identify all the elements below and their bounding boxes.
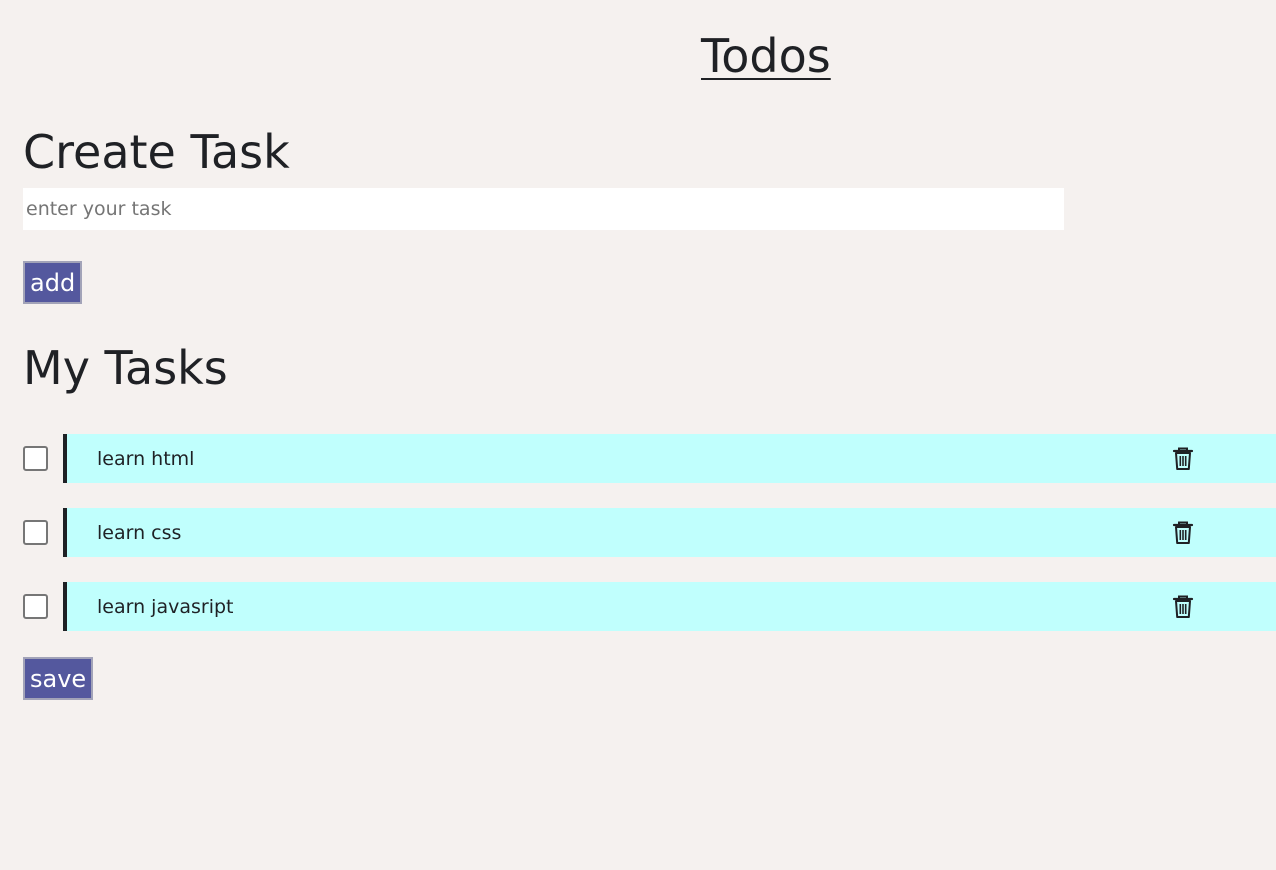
task-item: learn html — [23, 434, 1276, 483]
task-checkbox[interactable] — [23, 594, 48, 619]
task-card: learn javasript — [63, 582, 1276, 631]
add-button[interactable]: add — [23, 261, 83, 304]
task-checkbox[interactable] — [23, 446, 48, 471]
task-label: learn css — [97, 521, 182, 544]
save-button[interactable]: save — [23, 657, 94, 700]
task-card: learn css — [63, 508, 1276, 557]
my-tasks-heading: My Tasks — [23, 341, 228, 395]
task-input[interactable] — [23, 188, 1064, 230]
task-label: learn html — [97, 447, 195, 470]
trash-icon[interactable] — [1172, 521, 1194, 545]
task-checkbox[interactable] — [23, 520, 48, 545]
trash-icon[interactable] — [1172, 447, 1194, 471]
task-item: learn css — [23, 508, 1276, 557]
task-item: learn javasript — [23, 582, 1276, 631]
create-task-heading: Create Task — [23, 125, 290, 179]
task-card: learn html — [63, 434, 1276, 483]
trash-icon[interactable] — [1172, 595, 1194, 619]
task-label: learn javasript — [97, 595, 234, 618]
page-title: Todos — [701, 29, 831, 83]
task-list: learn html learn css learn javasript — [23, 434, 1276, 656]
